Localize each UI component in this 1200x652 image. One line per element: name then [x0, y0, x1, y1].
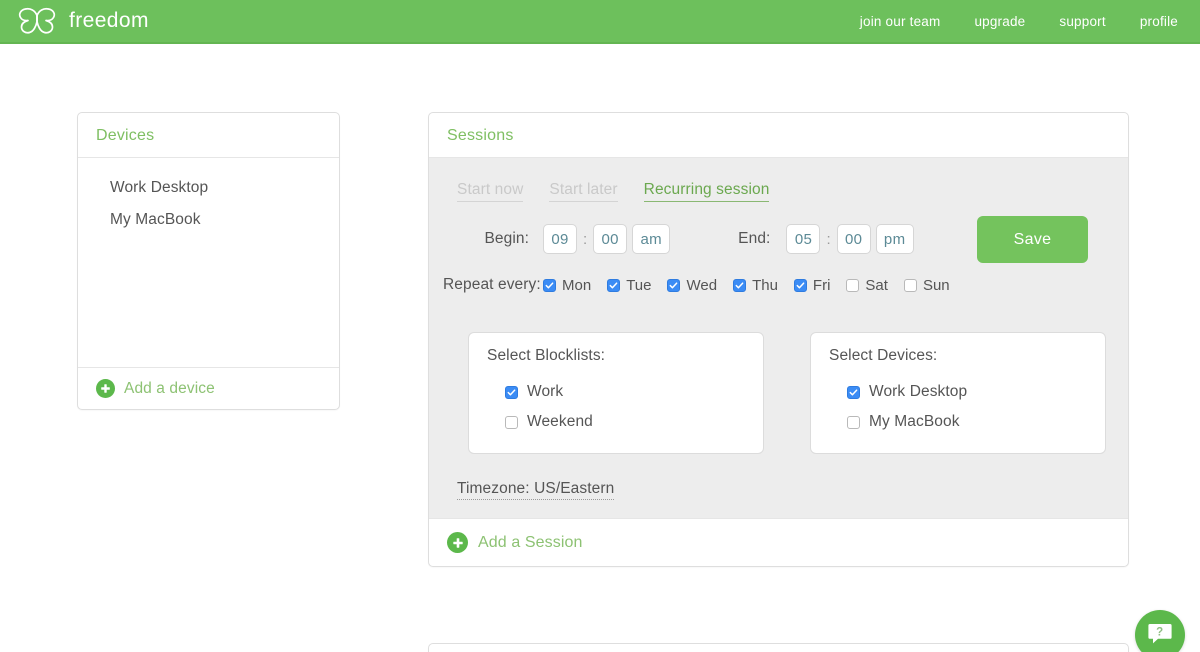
checkbox-icon[interactable]	[667, 278, 681, 292]
checkbox-icon[interactable]	[505, 415, 518, 429]
session-type-tabs: Start now Start later Recurring session	[443, 176, 1106, 214]
end-meridiem-input[interactable]: pm	[875, 224, 914, 254]
option-label: Work	[527, 383, 564, 400]
help-button[interactable]: ?	[1135, 610, 1185, 652]
devices-list: Work Desktop My MacBook	[78, 158, 339, 367]
help-chat-icon: ?	[1147, 622, 1173, 649]
sessions-panel: Sessions Start now Start later Recurring…	[428, 112, 1129, 567]
select-blocklists-card: Select Blocklists: Work Weekend	[468, 332, 764, 454]
blocks-panel: Blocks	[428, 643, 1129, 652]
begin-meridiem-input[interactable]: am	[632, 224, 671, 254]
select-devices-title: Select Devices:	[829, 347, 938, 364]
sessions-panel-title: Sessions	[447, 127, 514, 144]
end-hour-input[interactable]: 05	[786, 224, 821, 254]
blocks-panel-header: Blocks	[429, 644, 1128, 652]
begin-minute-input[interactable]: 00	[593, 224, 628, 254]
device-option-work-desktop[interactable]: Work Desktop	[829, 377, 1087, 407]
nav-links: join our team upgrade support profile	[860, 14, 1178, 29]
list-item[interactable]: My MacBook	[78, 204, 339, 236]
svg-text:?: ?	[1156, 626, 1163, 638]
day-checkbox-mon[interactable]: Mon	[543, 277, 591, 294]
add-session-label: Add a Session	[478, 533, 583, 551]
end-label: End:	[738, 230, 771, 247]
day-label: Sat	[865, 276, 888, 294]
day-checkbox-tue[interactable]: Tue	[607, 277, 651, 294]
day-checkbox-thu[interactable]: Thu	[733, 277, 778, 294]
sessions-panel-header: Sessions	[429, 113, 1128, 158]
tab-start-now[interactable]: Start now	[457, 181, 524, 202]
add-device-button[interactable]: Add a device	[78, 367, 339, 409]
day-label: Sun	[922, 276, 950, 294]
list-item[interactable]: Work Desktop	[78, 172, 339, 204]
checkbox-icon[interactable]	[793, 278, 807, 292]
option-label: Weekend	[527, 413, 593, 430]
sessions-form: Start now Start later Recurring session …	[429, 158, 1128, 518]
devices-panel-title: Devices	[96, 127, 155, 144]
day-label: Mon	[562, 276, 592, 294]
checkbox-icon[interactable]	[543, 278, 556, 292]
blocklist-option-weekend[interactable]: Weekend	[487, 407, 745, 437]
brand-name: freedom	[69, 9, 149, 32]
nav-link-profile[interactable]: profile	[1140, 14, 1178, 29]
device-option-my-macbook[interactable]: My MacBook	[829, 407, 1087, 437]
nav-link-join-our-team[interactable]: join our team	[860, 14, 941, 29]
checkbox-icon[interactable]	[607, 278, 621, 292]
plus-circle-icon	[447, 532, 468, 553]
brand[interactable]: freedom	[16, 6, 149, 36]
day-label: Thu	[752, 276, 778, 294]
blocklist-option-work[interactable]: Work	[487, 377, 745, 407]
day-label: Fri	[812, 276, 831, 294]
timezone-link[interactable]: Timezone: US/Eastern	[457, 480, 615, 500]
plus-circle-icon	[96, 379, 115, 398]
repeat-days-group: Mon Tue Wed Thu Fri Sat Sun	[543, 277, 950, 294]
begin-time-group: 09 : 00 am	[543, 224, 671, 254]
day-checkbox-sun[interactable]: Sun	[903, 276, 950, 294]
nav-link-upgrade[interactable]: upgrade	[974, 14, 1025, 29]
begin-label: Begin:	[484, 230, 529, 247]
end-minute-input[interactable]: 00	[836, 224, 871, 254]
day-checkbox-fri[interactable]: Fri	[793, 276, 831, 294]
begin-time-separator: :	[583, 230, 588, 248]
timezone-row: Timezone: US/Eastern	[443, 454, 1106, 500]
checkbox-icon[interactable]	[847, 385, 860, 399]
devices-panel: Devices Work Desktop My MacBook Add a de…	[77, 112, 340, 410]
repeat-every-label: Repeat every:	[443, 276, 541, 293]
tab-recurring-session[interactable]: Recurring session	[643, 181, 770, 202]
end-time-group: 05 : 00 pm	[786, 224, 914, 254]
nav-link-support[interactable]: support	[1059, 14, 1105, 29]
checkbox-icon[interactable]	[847, 415, 860, 429]
day-label: Tue	[626, 276, 652, 294]
end-time-separator: :	[826, 230, 831, 248]
top-navbar: freedom join our team upgrade support pr…	[0, 0, 1200, 44]
checkbox-icon[interactable]	[846, 278, 860, 292]
tab-start-later[interactable]: Start later	[549, 181, 618, 202]
select-blocklists-title: Select Blocklists:	[487, 347, 606, 364]
save-button[interactable]: Save	[977, 216, 1088, 263]
devices-panel-header: Devices	[78, 113, 339, 158]
add-device-label: Add a device	[124, 379, 215, 397]
butterfly-icon	[16, 6, 58, 36]
selection-cards: Select Blocklists: Work Weekend Select D…	[443, 294, 1106, 454]
page-body: Devices Work Desktop My MacBook Add a de…	[0, 44, 1200, 652]
add-session-button[interactable]: Add a Session	[429, 518, 1128, 566]
checkbox-icon[interactable]	[903, 278, 917, 292]
option-label: Work Desktop	[869, 383, 968, 400]
day-checkbox-wed[interactable]: Wed	[667, 277, 717, 294]
time-range-row: Begin: 09 : 00 am End: 05 : 00 pm Save	[443, 214, 1106, 263]
day-label: Wed	[686, 276, 718, 294]
checkbox-icon[interactable]	[733, 278, 747, 292]
checkbox-icon[interactable]	[505, 385, 518, 399]
day-checkbox-sat[interactable]: Sat	[846, 277, 888, 294]
option-label: My MacBook	[869, 413, 960, 430]
begin-hour-input[interactable]: 09	[543, 224, 577, 254]
select-devices-card: Select Devices: Work Desktop My MacBook	[810, 332, 1106, 454]
